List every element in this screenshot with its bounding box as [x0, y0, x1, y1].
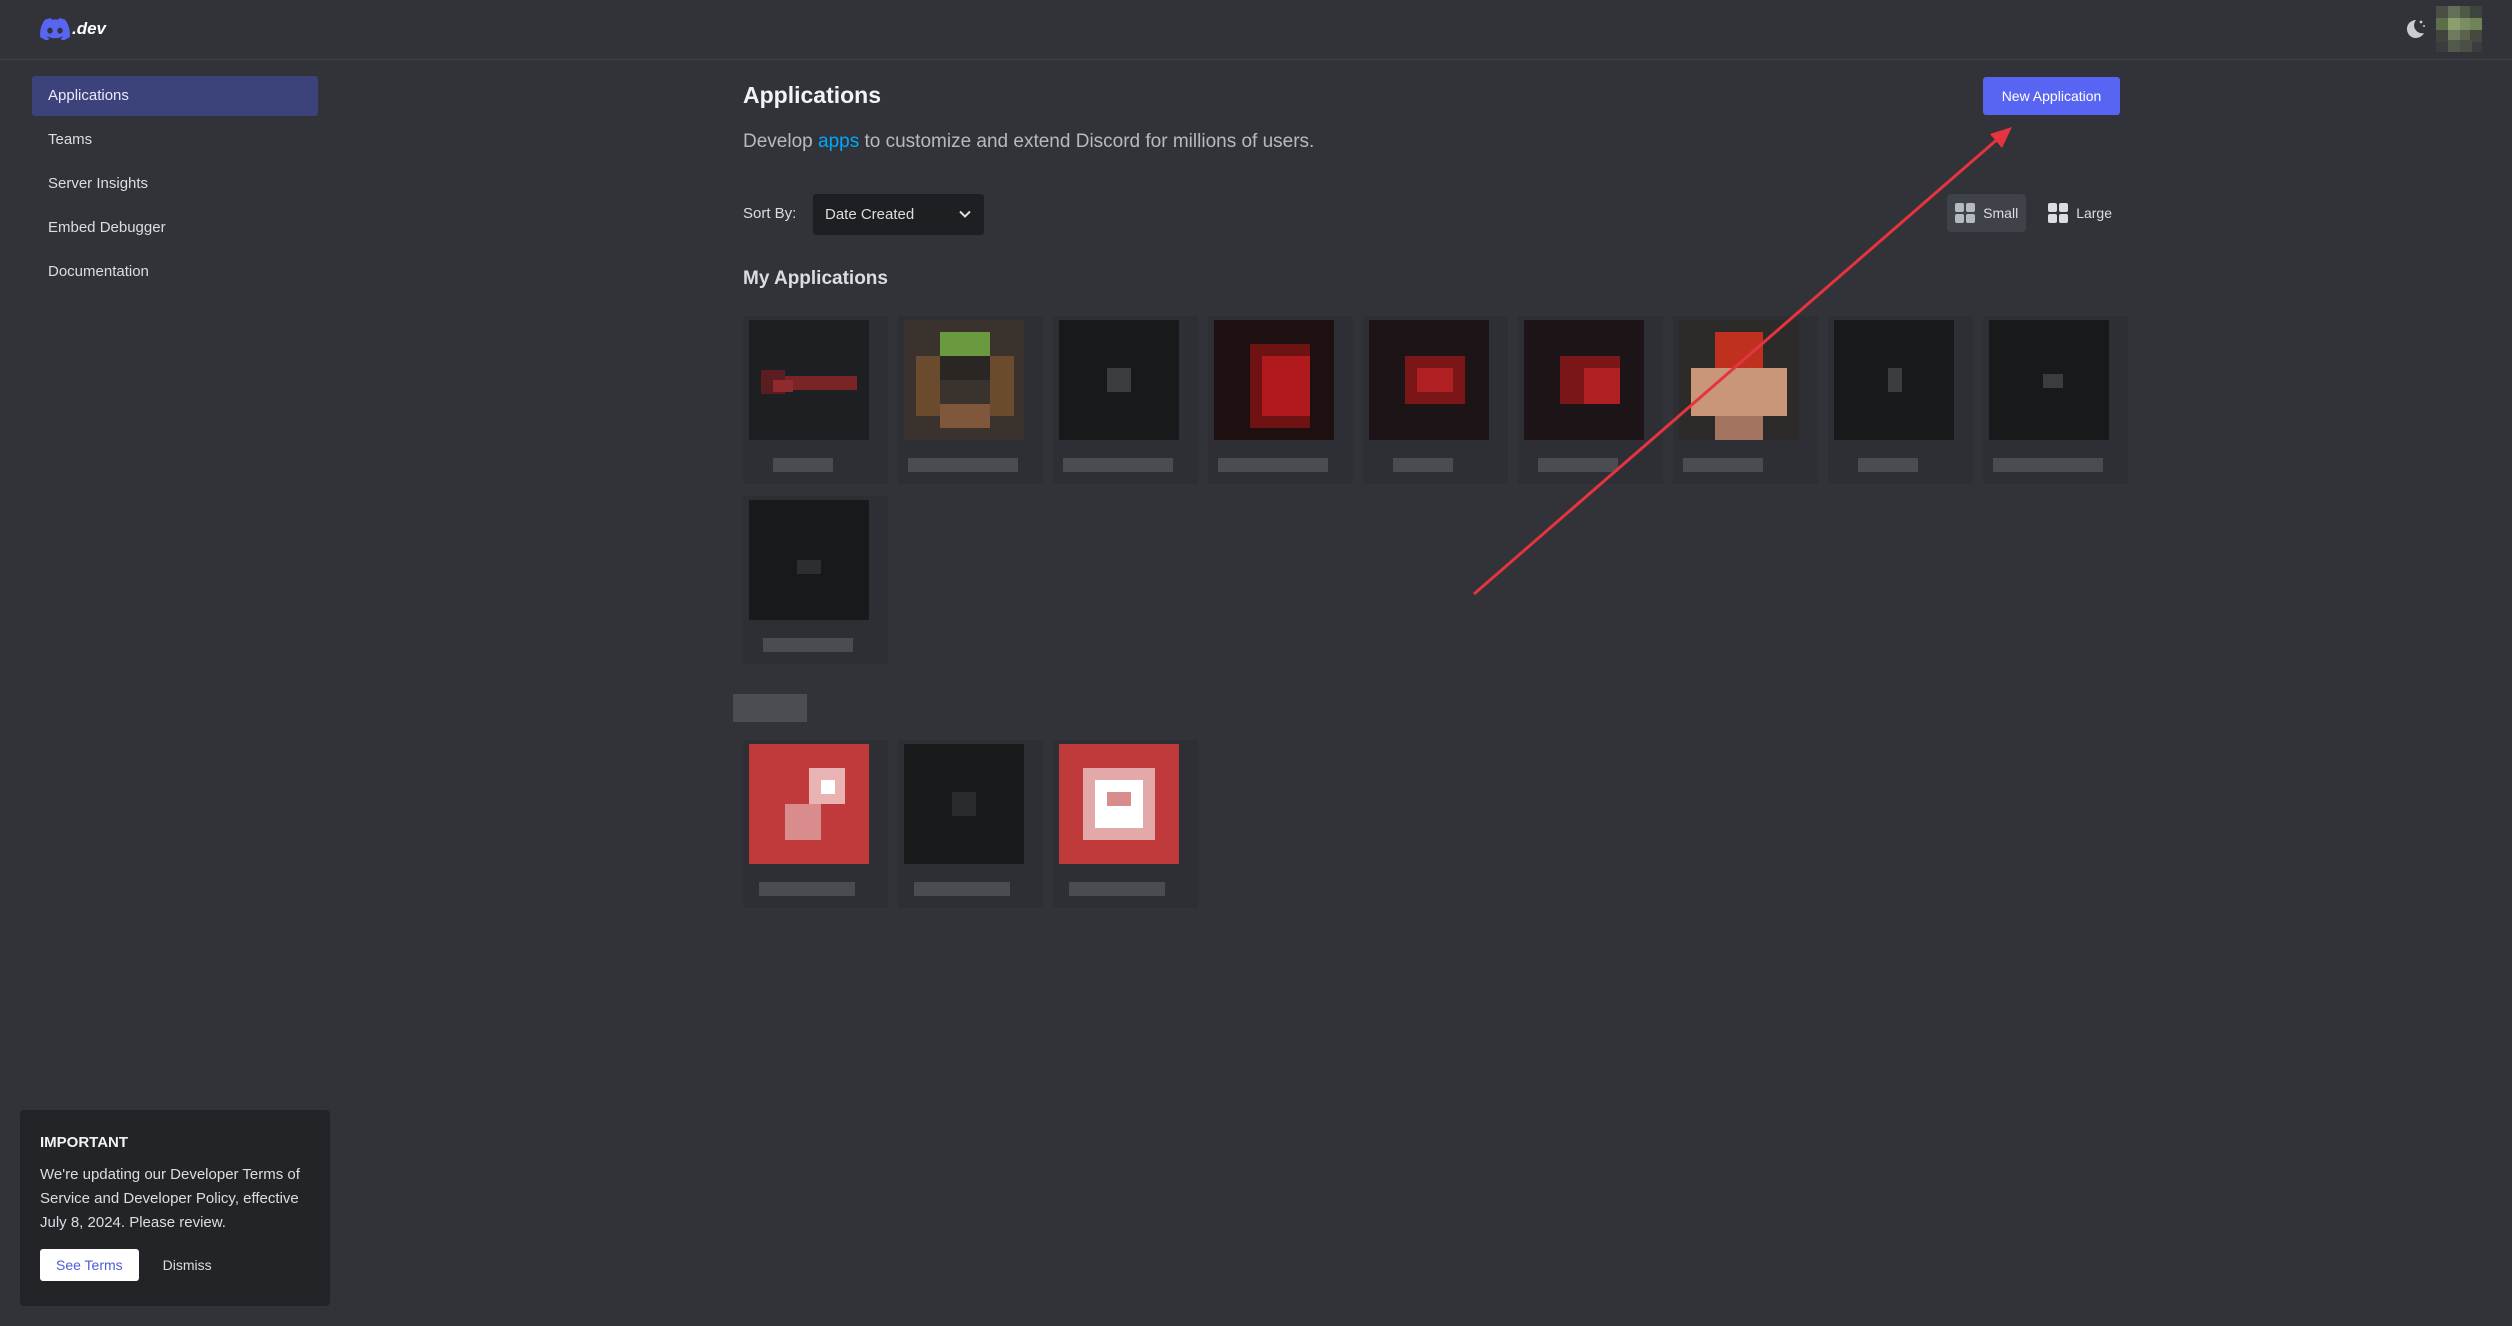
app-name-redacted — [1538, 458, 1618, 472]
app-name-redacted — [1063, 458, 1173, 472]
chevron-down-icon — [959, 210, 971, 218]
app-name-redacted — [1858, 458, 1918, 472]
discord-logo-icon — [40, 18, 70, 40]
sidebar-item-documentation[interactable]: Documentation — [32, 252, 318, 292]
sidebar-item-teams[interactable]: Teams — [32, 120, 318, 160]
app-name-redacted — [1218, 458, 1328, 472]
subtitle-text-end: to customize and extend Discord for mill… — [859, 131, 1315, 152]
app-name-redacted — [1683, 458, 1763, 472]
sidebar-item-server-insights[interactable]: Server Insights — [32, 164, 318, 204]
app-icon — [1059, 744, 1179, 864]
top-bar: .dev — [0, 0, 2512, 60]
app-icon — [749, 320, 869, 440]
moon-icon[interactable] — [2400, 15, 2428, 43]
app-icon — [1369, 320, 1489, 440]
see-terms-button[interactable]: See Terms — [40, 1249, 139, 1281]
app-icon — [1059, 320, 1179, 440]
sidebar-item-applications[interactable]: Applications — [32, 76, 318, 116]
app-icon — [904, 320, 1024, 440]
sort-selected-value: Date Created — [825, 206, 915, 223]
app-name-redacted — [759, 882, 855, 896]
app-name-redacted — [914, 882, 1010, 896]
app-name-redacted — [908, 458, 1018, 472]
app-card[interactable] — [1518, 316, 1663, 484]
app-name-redacted — [1393, 458, 1453, 472]
app-icon — [749, 744, 869, 864]
notice-title: IMPORTANT — [40, 1134, 129, 1151]
app-icon — [904, 744, 1024, 864]
app-card[interactable] — [1208, 316, 1353, 484]
app-card[interactable] — [1363, 316, 1508, 484]
dismiss-button[interactable]: Dismiss — [163, 1257, 212, 1273]
apps-link[interactable]: apps — [818, 131, 859, 152]
app-card[interactable] — [1053, 316, 1198, 484]
sort-label: Sort By: — [743, 205, 797, 222]
app-icon — [1989, 320, 2109, 440]
app-card[interactable] — [1828, 316, 1973, 484]
notice-text: We're updating our Developer Terms of Se… — [40, 1166, 300, 1231]
page-subtitle: Develop apps to customize and extend Dis… — [743, 131, 1314, 153]
new-application-button[interactable]: New Application — [1983, 77, 2120, 115]
app-icon — [1834, 320, 1954, 440]
user-avatar[interactable] — [2436, 6, 2482, 52]
app-card[interactable] — [1983, 316, 2128, 484]
app-card[interactable] — [743, 740, 888, 908]
sidebar-item-embed-debugger[interactable]: Embed Debugger — [32, 208, 318, 248]
app-card[interactable] — [1673, 316, 1818, 484]
app-card[interactable] — [898, 740, 1043, 908]
app-icon — [1679, 320, 1799, 440]
my-applications-heading: My Applications — [743, 268, 888, 289]
important-notice: IMPORTANT We're updating our Developer T… — [20, 1110, 330, 1306]
app-icon — [1214, 320, 1334, 440]
grid-large-icon — [2048, 203, 2069, 223]
sort-dropdown[interactable]: Date Created — [813, 194, 984, 235]
app-card[interactable] — [743, 496, 888, 664]
app-card[interactable] — [1053, 740, 1198, 908]
team-heading-redacted — [733, 694, 807, 722]
sidebar-nav: Applications Teams Server Insights Embed… — [32, 76, 318, 296]
view-size-toggle: Small Large — [1947, 194, 2120, 232]
app-name-redacted — [1993, 458, 2103, 472]
view-small-label: Small — [1983, 205, 2019, 221]
app-icon — [1524, 320, 1644, 440]
annotation-arrow — [1473, 127, 2012, 596]
view-small-button[interactable]: Small — [1947, 194, 2027, 232]
home-logo[interactable]: .dev — [40, 18, 106, 40]
app-card[interactable] — [898, 316, 1043, 484]
app-name-redacted — [763, 638, 853, 652]
app-name-redacted — [1069, 882, 1165, 896]
page-title: Applications — [743, 82, 882, 108]
app-card[interactable] — [743, 316, 888, 484]
grid-small-icon — [1955, 203, 1976, 223]
logo-text: .dev — [72, 19, 107, 38]
view-large-label: Large — [2076, 205, 2112, 221]
app-icon — [749, 500, 869, 620]
subtitle-text-start: Develop — [743, 131, 818, 152]
view-large-button[interactable]: Large — [2040, 194, 2120, 232]
app-name-redacted — [773, 458, 833, 472]
